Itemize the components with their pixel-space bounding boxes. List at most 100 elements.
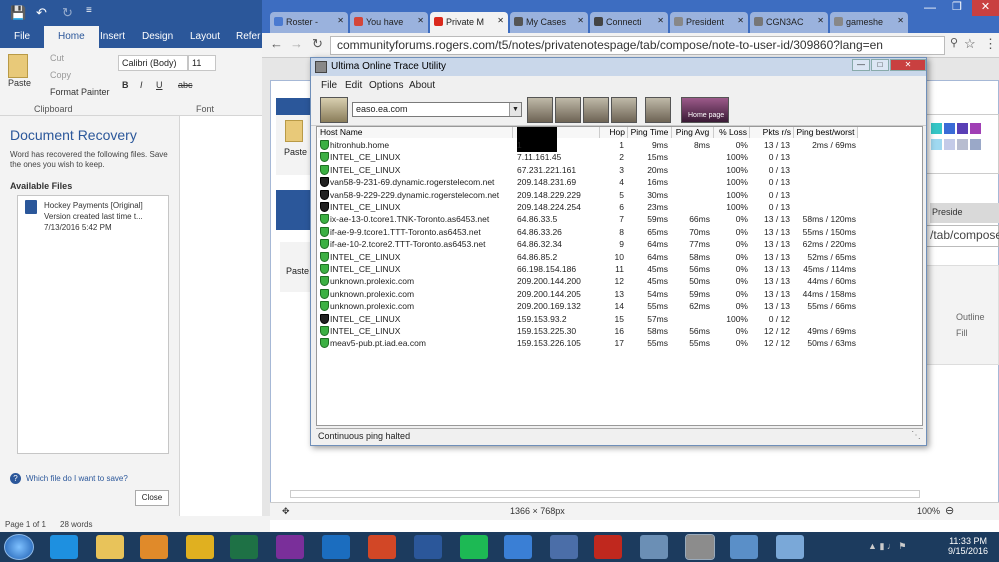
help-icon[interactable]	[504, 535, 532, 559]
go-button-icon[interactable]	[527, 97, 553, 123]
calculator-icon[interactable]	[640, 535, 668, 559]
browser-tab[interactable]: My Cases ✕	[510, 12, 588, 33]
cut-button[interactable]: Cut	[50, 53, 64, 63]
trace-button-icon[interactable]	[583, 97, 609, 123]
tab-preside[interactable]: Preside	[930, 203, 999, 223]
onenote-icon[interactable]	[276, 535, 304, 559]
underline-button[interactable]: U	[156, 80, 163, 90]
column-loss[interactable]: % Loss	[714, 127, 750, 138]
tray-network-icon[interactable]: ▮	[879, 541, 884, 551]
close-tab-icon[interactable]: ✕	[817, 16, 824, 25]
trace-maximize-button[interactable]: □	[871, 59, 889, 71]
tray-arrow-icon[interactable]: ▲	[868, 541, 877, 551]
tray-flag-icon[interactable]: ⚑	[898, 541, 906, 551]
minimize-icon[interactable]: —	[924, 0, 936, 14]
close-tab-icon[interactable]: ✕	[897, 16, 904, 25]
file-explorer-icon[interactable]	[96, 535, 124, 559]
save-icon[interactable]: 💾	[10, 5, 26, 21]
trace-row[interactable]: van58-9-229-229.dynamic.rogerstelecom.ne…	[318, 189, 918, 201]
host-combo[interactable]: easo.ea.com ▼	[352, 102, 522, 117]
map-button-icon[interactable]	[611, 97, 637, 123]
paste-icon[interactable]	[8, 54, 28, 78]
browser-tab[interactable]: You have ✕	[350, 12, 428, 33]
format-painter-button[interactable]: Format Painter	[50, 87, 110, 97]
undo-icon[interactable]: ↶	[36, 5, 47, 21]
strikethrough-button[interactable]: abc	[178, 80, 193, 90]
maximize-icon[interactable]: ❐	[952, 0, 962, 13]
which-file-help-link[interactable]: Which file do I want to save?	[26, 474, 128, 483]
home-page-button-icon[interactable]: Home page	[681, 97, 729, 123]
media-icon[interactable]	[550, 535, 578, 559]
column-ping-time[interactable]: Ping Time	[628, 127, 672, 138]
address-bar[interactable]: communityforums.rogers.com/t5/notes/priv…	[330, 36, 945, 55]
menu-file[interactable]: File	[321, 80, 337, 91]
trace-close-button[interactable]: ✕	[890, 59, 926, 71]
redo-icon[interactable]: ↻	[62, 5, 73, 21]
close-tab-icon[interactable]: ✕	[657, 16, 664, 25]
picture-icon[interactable]	[730, 535, 758, 559]
trace-row[interactable]: hitronhub.home 1 1 9ms 8ms 0% 13 / 13 2ms / 69m…	[318, 139, 918, 151]
forward-icon[interactable]: →	[290, 36, 303, 51]
browser-tab[interactable]: Private M ✕	[430, 12, 508, 33]
close-tab-icon[interactable]: ✕	[417, 16, 424, 25]
font-size-dropdown[interactable]: 11	[188, 55, 216, 71]
paste-button[interactable]: Paste	[8, 78, 31, 88]
chrome-icon[interactable]	[186, 535, 214, 559]
trace-row[interactable]: INTEL_CE_LINUX 159.153.225.30 16 58ms 56ms 0%…	[318, 325, 918, 337]
tab-file[interactable]: File	[14, 31, 30, 42]
tab-insert[interactable]: Insert	[100, 31, 125, 42]
chrome-menu-icon[interactable]: ⋮	[984, 36, 997, 52]
column-ping-best-worst[interactable]: Ping best/worst	[794, 127, 858, 138]
back-icon[interactable]: ←	[270, 36, 283, 51]
trace-row[interactable]: unknown.prolexic.com 209.200.144.200 12 45m…	[318, 275, 918, 287]
mcafee-icon[interactable]	[594, 535, 622, 559]
menu-edit[interactable]: Edit	[345, 80, 362, 91]
browser-tab[interactable]: President ✕	[670, 12, 748, 33]
start-button-icon[interactable]	[4, 534, 34, 560]
copy-button[interactable]: Copy	[50, 70, 71, 80]
trace-row[interactable]: INTEL_CE_LINUX 209.148.224.254 6 23ms 100% 0 …	[318, 201, 918, 213]
excel-icon[interactable]	[230, 535, 258, 559]
trace-row[interactable]: INTEL_CE_LINUX 67.231.221.161 3 20ms 100% 0 /…	[318, 164, 918, 176]
close-window-icon[interactable]: ✕	[972, 0, 999, 16]
trace-row[interactable]: unknown.prolexic.com 209.200.169.132 14 55m…	[318, 300, 918, 312]
bookmark-star-icon[interactable]: ☆	[964, 36, 976, 52]
paint-icon[interactable]	[776, 535, 804, 559]
menu-about[interactable]: About	[409, 80, 435, 91]
media-player-icon[interactable]	[140, 535, 168, 559]
spotify-icon[interactable]	[460, 535, 488, 559]
font-name-dropdown[interactable]: Calibri (Body)	[118, 55, 188, 71]
column-hop[interactable]: Hop	[600, 127, 628, 138]
trace-row[interactable]: if-ae-9-9.tcore1.TTT-Toronto.as6453.net 6…	[318, 226, 918, 238]
browser-tab[interactable]: Connecti ✕	[590, 12, 668, 33]
trace-row[interactable]: meav5-pub.pt.iad.ea.com 159.153.226.105 17…	[318, 337, 918, 349]
close-recovery-button[interactable]: Close	[135, 490, 169, 506]
tab-home[interactable]: Home	[44, 26, 99, 48]
trace-row[interactable]: INTEL_CE_LINUX 64.86.85.2 10 64ms 58ms 0% 13 /…	[318, 251, 918, 263]
menu-options[interactable]: Options	[369, 80, 403, 91]
internet-explorer-icon[interactable]	[50, 535, 78, 559]
column-host-name[interactable]: Host Name	[318, 127, 513, 138]
column-ping-avg[interactable]: Ping Avg	[672, 127, 714, 138]
quick-access-more-icon[interactable]: ≡	[86, 5, 92, 16]
reload-icon[interactable]: ↻	[312, 36, 323, 52]
combo-arrow-icon[interactable]: ▼	[509, 103, 521, 116]
close-tab-icon[interactable]: ✕	[337, 16, 344, 25]
italic-button[interactable]: I	[140, 80, 143, 90]
close-tab-icon[interactable]: ✕	[737, 16, 744, 25]
trace-row[interactable]: INTEL_CE_LINUX 66.198.154.186 11 45ms 56ms 0%…	[318, 263, 918, 275]
trace-row[interactable]: if-ae-10-2.tcore2.TTT-Toronto.as6453.net…	[318, 238, 918, 250]
trace-row[interactable]: van58-9-231-69.dynamic.rogerstelecom.net…	[318, 176, 918, 188]
horizontal-scrollbar[interactable]	[290, 490, 920, 498]
trace-row[interactable]: unknown.prolexic.com 209.200.144.205 13 54m…	[318, 288, 918, 300]
tab-design[interactable]: Design	[142, 31, 173, 42]
trace-utility-icon[interactable]	[685, 534, 715, 560]
word-icon[interactable]	[414, 535, 442, 559]
pin-icon[interactable]: ⚲	[950, 36, 958, 49]
column-pkts[interactable]: Pkts r/s	[750, 127, 794, 138]
tab-layout[interactable]: Layout	[190, 31, 220, 42]
trace-row[interactable]: ix-ae-13-0.tcore1.TNK-Toronto.as6453.net…	[318, 213, 918, 225]
outlook-icon[interactable]	[322, 535, 350, 559]
resize-grip-icon[interactable]: ⋱	[911, 430, 921, 441]
trace-row[interactable]: INTEL_CE_LINUX 159.153.93.2 15 57ms 100% 0 / …	[318, 313, 918, 325]
